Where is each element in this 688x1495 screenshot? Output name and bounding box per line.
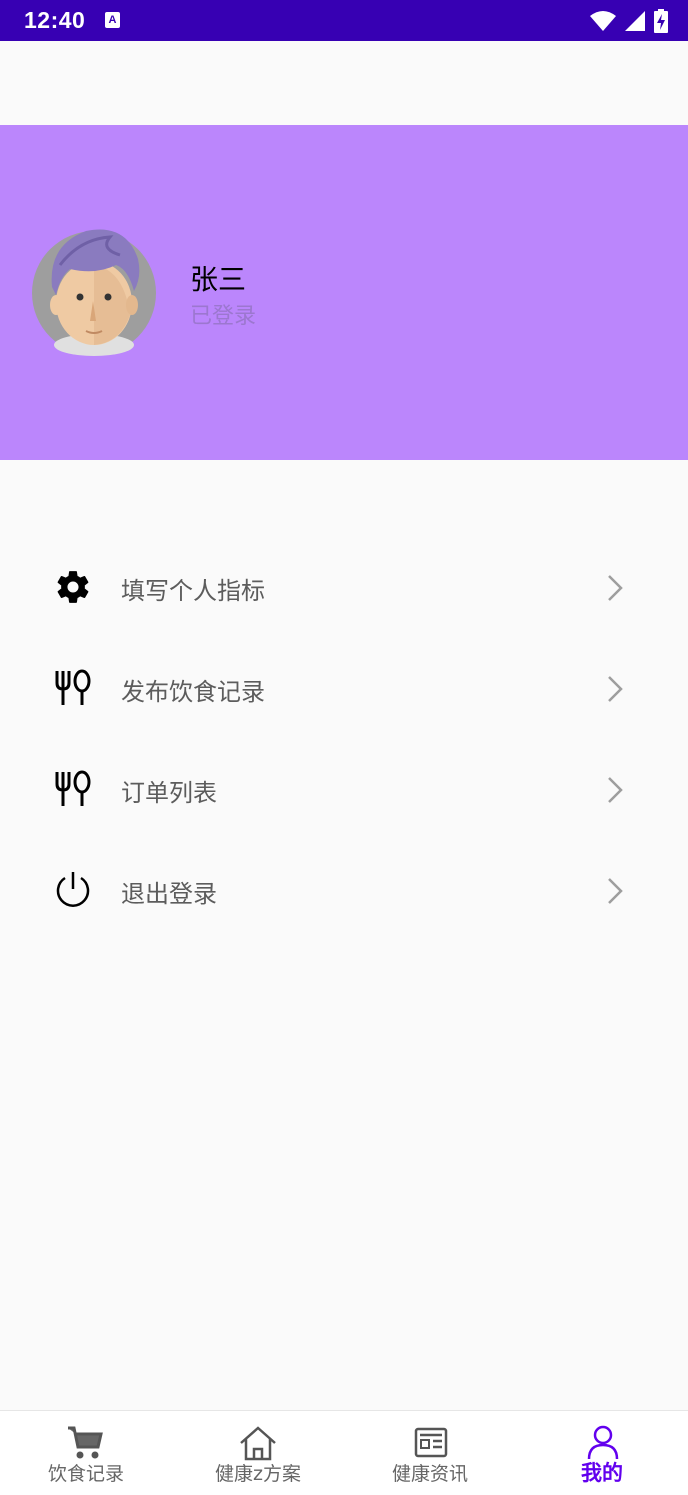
nav-label: 健康资讯 — [391, 1463, 468, 1485]
menu-item-logout[interactable]: 退出登录 — [0, 840, 688, 941]
menu-item-order-list[interactable]: 订单列表 — [0, 739, 688, 840]
status-icons — [590, 8, 668, 34]
home-icon — [240, 1426, 276, 1461]
nav-tab-health-plan[interactable]: 健康z方案 — [172, 1411, 344, 1495]
user-name: 张三 — [190, 263, 247, 296]
power-icon — [56, 872, 90, 907]
gear-icon — [57, 571, 89, 603]
menu-item-personal-metrics[interactable]: 填写个人指标 — [0, 537, 688, 638]
cart-icon — [68, 1426, 103, 1459]
a-icon: A — [105, 12, 120, 28]
menu-item-publish-diet-record[interactable]: 发布饮食记录 — [0, 638, 688, 739]
nav-label: 饮食记录 — [47, 1463, 124, 1485]
nav-label: 健康z方案 — [215, 1463, 301, 1485]
login-status: 已登录 — [190, 304, 257, 329]
bottom-navigation: 饮食记录 健康z方案 健康资讯 我的 — [0, 1410, 688, 1495]
nav-label: 我的 — [581, 1461, 623, 1485]
nav-tab-diet-record[interactable]: 饮食记录 — [0, 1411, 172, 1495]
signal-icon — [625, 11, 645, 31]
person-icon — [587, 1425, 619, 1460]
status-bar: 12:40 A — [0, 0, 688, 41]
avatar[interactable] — [30, 225, 158, 361]
menu-item-label: 订单列表 — [121, 779, 217, 807]
nav-tab-health-news[interactable]: 健康资讯 — [344, 1411, 516, 1495]
settings-menu: 填写个人指标 发布饮食记录 订单列表 退出登录 — [0, 537, 688, 941]
fork-spoon-icon — [55, 669, 91, 705]
nav-tab-mine[interactable]: 我的 — [516, 1411, 688, 1495]
chevron-right-icon — [608, 878, 623, 904]
chevron-right-icon — [608, 676, 623, 702]
menu-item-label: 退出登录 — [121, 880, 217, 908]
menu-item-label: 发布饮食记录 — [121, 678, 265, 706]
status-time: 12:40 — [24, 7, 86, 33]
battery-charging-icon — [654, 9, 668, 33]
menu-item-label: 填写个人指标 — [121, 577, 265, 605]
chevron-right-icon — [608, 575, 623, 601]
chevron-right-icon — [608, 777, 623, 803]
wifi-icon — [590, 11, 616, 31]
fork-spoon-icon — [55, 770, 91, 806]
news-icon — [414, 1427, 448, 1458]
